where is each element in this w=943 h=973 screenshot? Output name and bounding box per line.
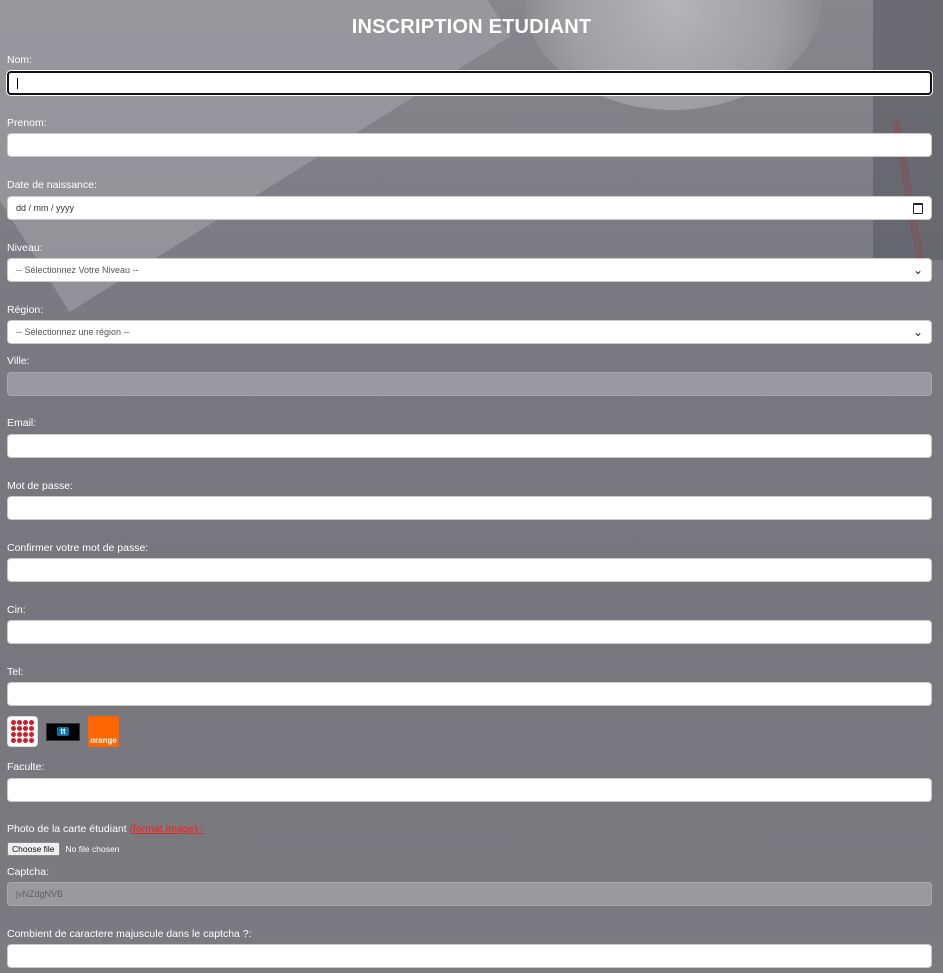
tunisie-telecom-logo: tt [46, 722, 80, 741]
orange-logo: orange [88, 716, 119, 747]
confirm-password-input[interactable] [7, 558, 932, 582]
captcha-field: jvNZdgNVB [7, 882, 932, 906]
mdp-label: Mot de passe: [7, 480, 73, 492]
cin-input[interactable] [7, 620, 932, 644]
chevron-down-icon: ⌄ [912, 325, 923, 339]
region-label: Région: [7, 304, 44, 316]
cin-label: Cin: [7, 604, 26, 616]
region-selected: -- Sélectionnez une région -- [16, 327, 130, 337]
choose-file-button[interactable]: Choose file [7, 842, 60, 856]
date-placeholder: dd / mm / yyyy [16, 203, 75, 213]
captcha-text: jvNZdgNVB [16, 889, 64, 899]
page-title: INSCRIPTION ETUDIANT [351, 16, 592, 38]
naissance-label: Date de naissance: [7, 179, 97, 191]
email-label: Email: [7, 417, 37, 429]
tel-label: Tel: [7, 666, 24, 678]
niveau-selected: -- Sélectionnez Votre Niveau -- [16, 265, 139, 275]
file-status: No file chosen [65, 844, 120, 854]
nom-input[interactable] [7, 71, 932, 95]
password-input[interactable] [7, 496, 932, 520]
operator-logos: tt orange [7, 716, 119, 747]
chevron-down-icon: ⌄ [912, 263, 923, 277]
faculte-input[interactable] [7, 778, 932, 802]
nom-label: Nom: [7, 54, 33, 66]
file-upload: Choose file No file chosen [7, 842, 119, 856]
prenom-input[interactable] [7, 133, 932, 157]
confirm-label: Confirmer votre mot de passe: [7, 542, 149, 554]
ville-label: Ville: [7, 355, 30, 367]
captcha-label: Captcha: [7, 866, 50, 878]
faculte-label: Faculte: [7, 761, 45, 773]
ooredoo-logo [7, 716, 38, 747]
format-link[interactable]: (format image) : [130, 823, 204, 835]
niveau-select[interactable]: -- Sélectionnez Votre Niveau -- ⌄ [7, 258, 932, 282]
date-naissance-input[interactable]: dd / mm / yyyy [7, 196, 932, 220]
tel-input[interactable] [7, 682, 932, 706]
niveau-label: Niveau: [7, 242, 43, 254]
prenom-label: Prenom: [7, 117, 47, 129]
ville-input[interactable] [7, 372, 932, 396]
calendar-icon[interactable] [913, 202, 923, 214]
email-input[interactable] [7, 434, 932, 458]
captcha-answer-input[interactable] [7, 944, 932, 968]
question-label: Combient de caractere majuscule dans le … [7, 928, 252, 940]
region-select[interactable]: -- Sélectionnez une région -- ⌄ [7, 320, 932, 344]
photo-label: Photo de la carte étudiant (format image… [7, 823, 204, 835]
